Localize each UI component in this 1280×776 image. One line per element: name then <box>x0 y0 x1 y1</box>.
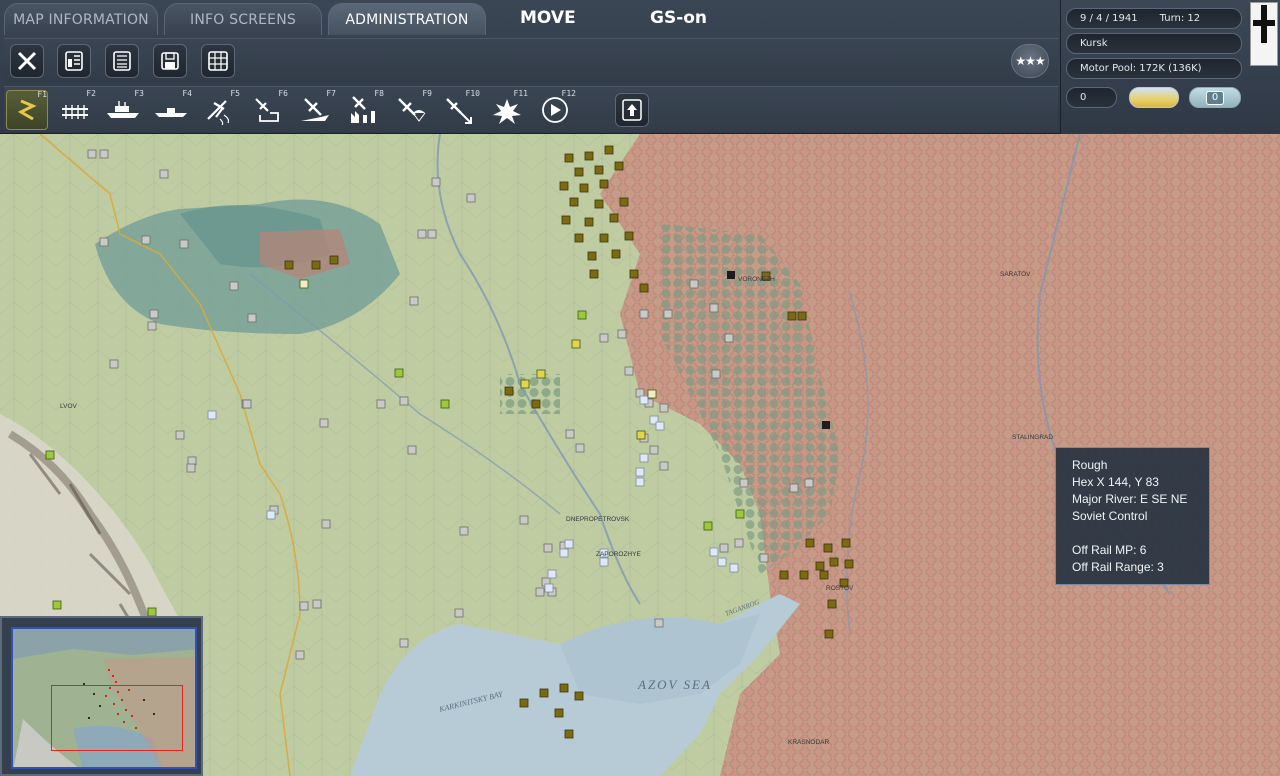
f6-air-transfer-button[interactable]: F6 <box>246 89 288 130</box>
command-bar: MAP INFORMATION INFO SCREENS ADMINISTRAT… <box>0 0 1060 134</box>
sea-label: AZOV SEA <box>637 677 712 692</box>
city-bombing-icon <box>493 99 521 124</box>
location-name: Kursk <box>1080 38 1108 49</box>
upload-button[interactable] <box>615 93 649 127</box>
iron-cross-flag-icon[interactable] <box>1250 2 1278 66</box>
grid-view-button[interactable] <box>201 44 235 78</box>
floppy-disk-icon <box>161 52 179 70</box>
close-button[interactable] <box>10 44 44 78</box>
off-rail-range: Off Rail Range: 3 <box>1072 560 1164 574</box>
city-label: SARATOV <box>1000 271 1031 278</box>
naval-transport-icon <box>107 101 139 118</box>
tab-administration[interactable]: ADMINISTRATION <box>328 3 486 35</box>
function-key-bar: F1 F2 F3 F4 F5 F6 F7 F8 F9 F10 F11 F12 <box>4 86 1058 132</box>
tab-info-screens[interactable]: INFO SCREENS <box>164 3 322 35</box>
gs-status-label[interactable]: GS-on <box>650 8 707 28</box>
city-label: ZAPOROZHYE <box>596 551 641 558</box>
f8-airfield-bombing-button[interactable]: F8 <box>342 89 384 130</box>
hq-unit[interactable] <box>822 421 830 429</box>
city-label: LVOV <box>60 403 78 410</box>
turn-counter: Turn: 12 <box>1159 13 1201 24</box>
minimap-canvas[interactable] <box>11 627 197 769</box>
naval-move-icon <box>155 108 187 117</box>
control-info: Soviet Control <box>1072 509 1148 523</box>
hex-coordinates: Hex X 144, Y 83 <box>1072 475 1159 489</box>
air-interdiction-icon <box>446 98 472 124</box>
airfield-bombing-icon <box>351 96 375 123</box>
river-info: Major River: E SE NE <box>1072 492 1188 506</box>
city-label: DNEPROPETROVSK <box>566 516 630 523</box>
f5-air-recon-button[interactable]: F5 <box>198 89 240 130</box>
city-label: ROSTOV <box>826 585 854 592</box>
f9-airborne-drop-button[interactable]: F9 <box>390 89 432 130</box>
f11-city-bombing-button[interactable]: F11 <box>486 89 528 130</box>
terrain-type: Rough <box>1072 458 1108 472</box>
minimap[interactable] <box>0 616 203 776</box>
reports-button[interactable] <box>105 44 139 78</box>
air-transfer-icon <box>255 98 279 122</box>
f2-rail-button[interactable]: F2 <box>54 89 96 130</box>
three-stars-icon[interactable]: ★★★ <box>1011 44 1049 78</box>
hex-info-tooltip: Rough Hex X 144, Y 83 Major River: E SE … <box>1055 447 1210 585</box>
rail-mode-icon <box>62 105 88 119</box>
hq-unit[interactable] <box>727 271 735 279</box>
air-recon-icon <box>207 100 230 125</box>
counter-right-toggle[interactable]: 0 <box>1189 87 1241 108</box>
ground-attack-icon <box>301 98 329 121</box>
f4-naval-move-button[interactable]: F4 <box>150 89 192 130</box>
list-panel-icon <box>65 51 83 71</box>
motor-pool-value: Motor Pool: 172K (136K) <box>1080 63 1202 74</box>
game-date: 9 / 4 / 1941 <box>1080 13 1138 24</box>
grid-icon <box>208 51 228 71</box>
city-label: VORONEZH <box>738 276 775 283</box>
date-turn-display: 9 / 4 / 1941 Turn: 12 <box>1066 8 1242 29</box>
move-mode-icon <box>17 99 37 121</box>
report-list-icon <box>113 51 131 71</box>
f12-end-phase-button[interactable]: F12 <box>534 89 576 130</box>
unit-list-button[interactable] <box>57 44 91 78</box>
weather-indicator[interactable] <box>1129 87 1179 108</box>
eject-icon <box>622 99 642 121</box>
minimap-viewport[interactable] <box>51 685 183 751</box>
airborne-drop-icon <box>398 98 426 122</box>
city-label: KRASNODAR <box>788 739 829 746</box>
motor-pool-display: Motor Pool: 172K (136K) <box>1066 58 1242 79</box>
city-label: STALINGRAD <box>1012 434 1053 441</box>
end-phase-icon <box>542 97 568 123</box>
f3-naval-transport-button[interactable]: F3 <box>102 89 144 130</box>
f7-ground-attack-button[interactable]: F7 <box>294 89 336 130</box>
location-display: Kursk <box>1066 33 1242 54</box>
off-rail-mp: Off Rail MP: 6 <box>1072 543 1147 557</box>
admin-toolbar <box>4 38 1058 84</box>
mode-label: MOVE <box>520 8 576 28</box>
save-button[interactable] <box>153 44 187 78</box>
game-screen: DNEPROPETROVSK ZAPOROZHYE SARATOV KRASNO… <box>0 0 1280 776</box>
status-panel: 9 / 4 / 1941 Turn: 12 Kursk Motor Pool: … <box>1060 0 1280 134</box>
f10-air-interdiction-button[interactable]: F10 <box>438 89 480 130</box>
counter-left: 0 <box>1066 87 1117 108</box>
tab-map-information[interactable]: MAP INFORMATION <box>4 3 158 35</box>
close-icon <box>17 51 37 71</box>
f1-move-button[interactable]: F1 <box>6 90 48 130</box>
